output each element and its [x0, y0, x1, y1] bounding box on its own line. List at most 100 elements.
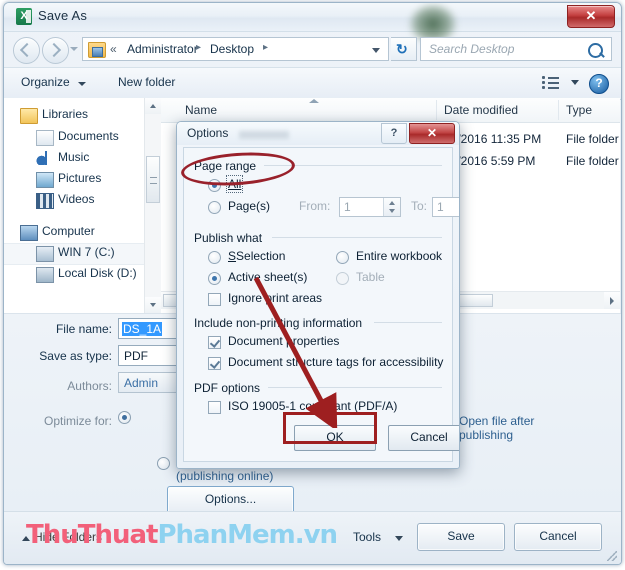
chevron-left-icon	[19, 42, 35, 58]
structure-tags-checkbox[interactable]	[208, 357, 221, 370]
column-header-row: Name Date modified Type	[161, 98, 620, 123]
publish-table-label: Table	[356, 270, 385, 284]
sidebar-item-music[interactable]: Music	[58, 150, 89, 164]
chevron-down-icon[interactable]	[372, 48, 380, 53]
triangle-up-icon[interactable]	[389, 201, 395, 205]
document-properties-checkbox[interactable]	[208, 336, 221, 349]
resize-grip[interactable]	[607, 551, 617, 561]
page-range-pages-radio[interactable]	[208, 201, 221, 214]
scroll-down-button[interactable]	[145, 297, 161, 313]
view-layout-icon[interactable]	[542, 76, 559, 90]
command-bar: Organize New folder ?	[4, 67, 621, 100]
optimize-for-label: Optimize for:	[43, 414, 112, 428]
excel-icon: X	[16, 8, 32, 25]
refresh-button[interactable]: ↻	[391, 37, 417, 61]
breadcrumb-separator-icon: ▸	[196, 42, 202, 53]
page-range-from-stepper[interactable]: 1	[339, 197, 401, 217]
sidebar-item-documents[interactable]: Documents	[58, 129, 119, 143]
drive-icon	[36, 246, 54, 262]
group-divider	[374, 322, 442, 323]
hide-folders-button[interactable]: Hide Folders	[34, 530, 102, 544]
navpane-scrollbar[interactable]	[144, 98, 161, 313]
options-body: Page range All Page(s) From: 1 To: 1 Pub…	[183, 147, 459, 462]
chevron-down-icon[interactable]	[395, 536, 403, 541]
options-title-bar: Options ? ✕	[177, 122, 459, 145]
optimize-publishing-online-label: (publishing online)	[176, 469, 274, 483]
triangle-down-icon[interactable]	[389, 209, 395, 213]
bottom-bar: Hide Folders Tools Save Cancel	[4, 511, 621, 564]
options-help-button[interactable]: ?	[381, 123, 407, 144]
page-range-pages-label[interactable]: Page(s)	[228, 199, 270, 213]
page-range-all-radio[interactable]	[208, 179, 221, 192]
column-header-type[interactable]: Type	[566, 103, 592, 117]
chevron-down-icon[interactable]	[78, 82, 86, 86]
ignore-print-areas-checkbox[interactable]	[208, 293, 221, 306]
sidebar-item-videos[interactable]: Videos	[58, 192, 94, 206]
document-properties-label[interactable]: Document properties	[228, 334, 339, 348]
stepper-buttons[interactable]	[383, 198, 400, 216]
breadcrumb-administrator[interactable]: Administrator	[127, 42, 198, 56]
options-dialog-title: Options	[187, 126, 229, 140]
address-bar[interactable]: « Administrator ▸ Desktop ▸	[82, 37, 389, 61]
help-button[interactable]: ?	[589, 74, 609, 94]
search-input[interactable]: Search Desktop	[420, 37, 612, 61]
scrollbar-thumb[interactable]	[146, 156, 160, 203]
to-value: 1	[437, 200, 444, 214]
page-range-all-label[interactable]: All	[225, 175, 244, 193]
drive-icon	[36, 267, 54, 283]
pictures-icon	[36, 172, 54, 188]
optimize-standard-radio[interactable]	[118, 411, 131, 424]
back-button[interactable]	[13, 37, 40, 64]
save-button[interactable]: Save	[417, 523, 505, 551]
options-close-button[interactable]: ✕	[409, 123, 455, 144]
structure-tags-label[interactable]: Document structure tags for accessibilit…	[228, 355, 443, 369]
libraries-icon	[20, 108, 38, 124]
breadcrumb-overflow-icon[interactable]: «	[110, 42, 117, 56]
scroll-right-button[interactable]	[604, 292, 620, 309]
page-range-to-stepper[interactable]: 1	[432, 197, 459, 217]
sidebar-item-computer[interactable]: Computer	[42, 224, 95, 238]
options-cancel-button[interactable]: Cancel	[388, 425, 459, 451]
iso-compliant-label[interactable]: ISO 19005-1 compliant (PDF/A)	[228, 399, 397, 413]
publish-selection-label[interactable]: SSelection	[228, 249, 285, 263]
optimize-minimum-size-radio[interactable]	[157, 457, 170, 470]
breadcrumb-desktop[interactable]: Desktop	[210, 42, 254, 56]
sidebar-item-libraries[interactable]: Libraries	[42, 107, 88, 121]
cancel-button[interactable]: Cancel	[514, 523, 602, 551]
scroll-up-button[interactable]	[145, 98, 161, 114]
options-dialog: Options ? ✕ Page range All Page(s) From:…	[176, 121, 460, 469]
options-button[interactable]: Options...	[167, 486, 294, 514]
publish-entire-workbook-label[interactable]: Entire workbook	[356, 249, 442, 263]
column-header-name[interactable]: Name	[185, 103, 217, 117]
sidebar-item-localdiskd[interactable]: Local Disk (D:)	[58, 266, 137, 280]
triangle-up-icon[interactable]	[22, 536, 30, 541]
title-blur-overlay	[239, 131, 289, 139]
publish-selection-radio[interactable]	[208, 251, 221, 264]
publish-active-sheets-radio[interactable]	[208, 272, 221, 285]
new-folder-button[interactable]: New folder	[118, 75, 175, 89]
pdf-options-group-label: PDF options	[194, 381, 266, 395]
save-as-type-label: Save as type:	[39, 349, 112, 363]
page-range-to-label: To:	[411, 199, 428, 213]
forward-button[interactable]	[42, 37, 69, 64]
options-ok-button[interactable]: OK	[294, 425, 376, 451]
sidebar-item-pictures[interactable]: Pictures	[58, 171, 101, 185]
recent-pages-dropdown-icon[interactable]	[70, 47, 78, 51]
ignore-print-areas-label[interactable]: Ignore print areas	[228, 291, 322, 305]
close-window-button[interactable]: ✕	[567, 5, 615, 28]
triangle-right-icon	[610, 297, 614, 305]
search-icon	[588, 43, 603, 58]
refresh-icon: ↻	[396, 41, 408, 57]
chevron-down-icon[interactable]	[571, 80, 579, 85]
column-header-date-modified[interactable]: Date modified	[444, 103, 518, 117]
sidebar-item-win7c[interactable]: WIN 7 (C:)	[58, 245, 115, 259]
triangle-down-icon	[150, 303, 156, 307]
file-type: File folder	[566, 154, 619, 168]
publish-entire-workbook-radio[interactable]	[336, 251, 349, 264]
open-file-after-publishing-label: Open file after publishing	[459, 414, 535, 442]
organize-button[interactable]: Organize	[21, 75, 70, 89]
iso-compliant-checkbox[interactable]	[208, 401, 221, 414]
publish-active-sheets-label[interactable]: Active sheet(s)	[228, 270, 307, 284]
tools-button[interactable]: Tools	[353, 530, 381, 544]
authors-label: Authors:	[67, 379, 112, 393]
